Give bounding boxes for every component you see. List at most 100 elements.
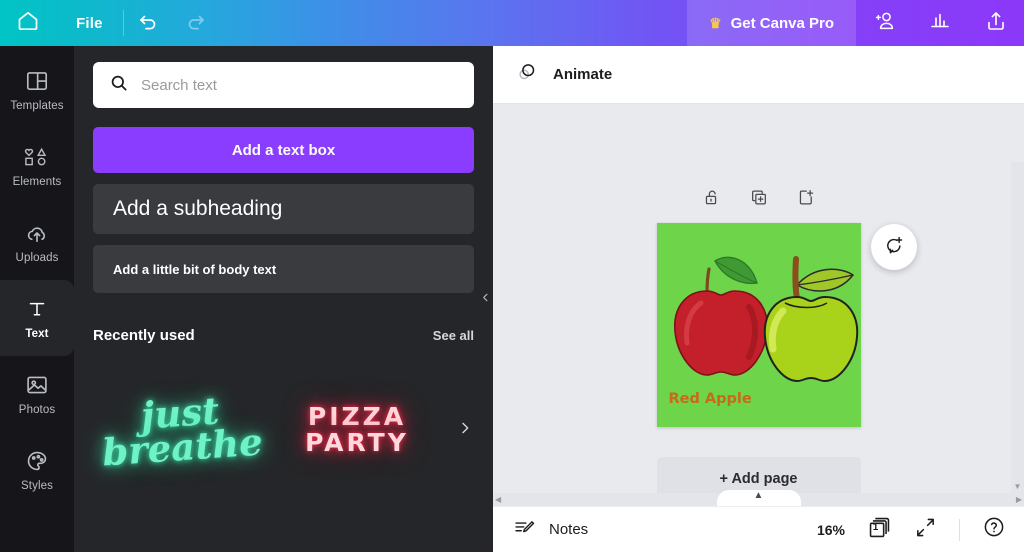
notes-expand-handle[interactable]: ▲: [716, 490, 801, 506]
help-button[interactable]: [982, 515, 1006, 544]
canvas-scroll-area[interactable]: Red Apple + Add page ▼ ◀ ▶ ▲: [493, 104, 1024, 506]
duplicate-page-icon: [749, 188, 768, 212]
expand-arrows-icon: [914, 516, 937, 544]
add-collaborator-button[interactable]: [856, 0, 912, 46]
triangle-down-icon[interactable]: ▼: [1014, 483, 1022, 491]
thumbnail-text: just breathe: [100, 388, 264, 475]
animate-label: Animate: [553, 66, 613, 83]
editor-area: Animate Red Apple + Add page ▼ ◀ ▶ ▲ Not…: [493, 46, 1024, 552]
sidebar-item-elements[interactable]: Elements: [0, 128, 74, 204]
add-subheading-label: Add a subheading: [113, 197, 283, 220]
sidebar-item-label: Templates: [10, 100, 64, 112]
text-thumbnail-pizza-party[interactable]: PIZZA PARTY: [269, 370, 445, 490]
bottom-toolbar: Notes 16% 1: [493, 506, 1024, 552]
chevron-left-icon: [480, 290, 491, 308]
home-button[interactable]: [0, 0, 56, 46]
sidebar-item-text[interactable]: Text: [0, 280, 74, 356]
canva-editor-window: File ♛ Get Canva Pro Templates Elements …: [0, 0, 1024, 552]
get-canva-pro-label: Get Canva Pro: [730, 14, 834, 32]
sidebar-item-photos[interactable]: Photos: [0, 356, 74, 432]
search-input[interactable]: [141, 76, 458, 94]
chevron-right-icon: [457, 420, 473, 441]
sidebar-item-label: Styles: [21, 480, 53, 492]
sidebar-item-label: Uploads: [15, 252, 59, 264]
page-manager-button[interactable]: 1: [867, 515, 892, 545]
undo-button[interactable]: [124, 0, 172, 46]
add-page-icon: [796, 188, 815, 212]
redo-icon: [184, 9, 208, 38]
page-count: 1: [872, 521, 879, 533]
see-all-link[interactable]: See all: [433, 328, 474, 343]
vertical-scrollbar[interactable]: ▼: [1011, 162, 1024, 493]
animate-circles-icon: [515, 60, 539, 89]
chevron-up-icon: ▲: [753, 490, 764, 501]
page-tools: [702, 188, 815, 212]
elements-icon: [22, 144, 52, 170]
add-body-text-button[interactable]: Add a little bit of body text: [93, 245, 474, 293]
top-toolbar-left: File: [0, 0, 220, 46]
add-body-text-label: Add a little bit of body text: [113, 261, 277, 277]
page-caption: Red Apple: [668, 391, 752, 407]
add-subheading-button[interactable]: Add a subheading: [93, 184, 474, 234]
add-page-label: + Add page: [719, 471, 798, 487]
templates-icon: [24, 68, 50, 94]
text-t-icon: [25, 296, 49, 322]
recently-used-header: Recently used See all: [93, 327, 474, 344]
duplicate-page-button[interactable]: [749, 188, 768, 212]
get-canva-pro-button[interactable]: ♛ Get Canva Pro: [687, 0, 856, 46]
bottom-toolbar-right: 16% 1: [817, 515, 1006, 545]
uploads-cloud-icon: [23, 220, 51, 246]
publish-share-button[interactable]: [968, 0, 1024, 46]
file-menu-label: File: [76, 14, 103, 32]
crown-icon: ♛: [709, 15, 722, 31]
add-text-box-button[interactable]: Add a text box: [93, 127, 474, 173]
photos-image-icon: [24, 372, 50, 398]
sidebar-item-styles[interactable]: Styles: [0, 432, 74, 508]
lock-page-button[interactable]: [702, 188, 721, 212]
recently-used-title: Recently used: [93, 327, 195, 344]
bottom-toolbar-divider: [959, 518, 960, 541]
zoom-level[interactable]: 16%: [817, 522, 845, 538]
thumbnails-next-button[interactable]: [452, 417, 478, 443]
animate-toolbar: Animate: [493, 46, 1024, 104]
add-page-tool-button[interactable]: [796, 188, 815, 212]
file-menu-button[interactable]: File: [56, 0, 123, 46]
editor-body: Templates Elements Uploads Text Photos S…: [0, 46, 1024, 552]
design-page[interactable]: Red Apple: [656, 223, 861, 427]
add-collaborator-icon: [872, 9, 896, 38]
animate-button[interactable]: Animate: [515, 60, 612, 89]
sidebar-item-templates[interactable]: Templates: [0, 52, 74, 128]
add-text-box-label: Add a text box: [231, 141, 336, 159]
add-comment-icon: [883, 234, 905, 261]
triangle-left-icon[interactable]: ◀: [495, 495, 501, 504]
notes-pencil-icon: [513, 516, 536, 544]
help-circle-icon: [982, 515, 1006, 544]
top-toolbar: File ♛ Get Canva Pro: [0, 0, 1024, 46]
undo-icon: [136, 9, 160, 38]
bar-chart-icon: [928, 9, 952, 38]
top-toolbar-right: ♛ Get Canva Pro: [687, 0, 1024, 46]
recently-used-thumbnails: just breathe PIZZA PARTY: [93, 370, 474, 490]
text-panel: Add a text box Add a subheading Add a li…: [74, 46, 493, 552]
notes-label: Notes: [549, 521, 589, 538]
left-sidebar-rail: Templates Elements Uploads Text Photos S…: [0, 46, 74, 552]
text-thumbnail-just-breathe[interactable]: just breathe: [93, 370, 269, 490]
fullscreen-button[interactable]: [914, 516, 937, 544]
unlock-icon: [702, 188, 721, 212]
home-icon: [16, 9, 40, 38]
sidebar-item-label: Text: [25, 328, 49, 340]
add-comment-button[interactable]: [870, 224, 917, 270]
thumbnail-text: PIZZA PARTY: [305, 401, 409, 457]
search-icon: [109, 73, 129, 98]
search-box[interactable]: [93, 62, 474, 108]
sidebar-item-label: Elements: [12, 176, 62, 188]
styles-palette-icon: [24, 448, 50, 474]
notes-button[interactable]: Notes: [513, 516, 588, 544]
redo-button[interactable]: [172, 0, 220, 46]
panel-collapse-button[interactable]: [476, 257, 493, 341]
insights-button[interactable]: [912, 0, 968, 46]
sidebar-item-uploads[interactable]: Uploads: [0, 204, 74, 280]
upload-share-icon: [984, 9, 1008, 38]
sidebar-item-label: Photos: [18, 404, 56, 416]
triangle-right-icon[interactable]: ▶: [1016, 495, 1022, 504]
